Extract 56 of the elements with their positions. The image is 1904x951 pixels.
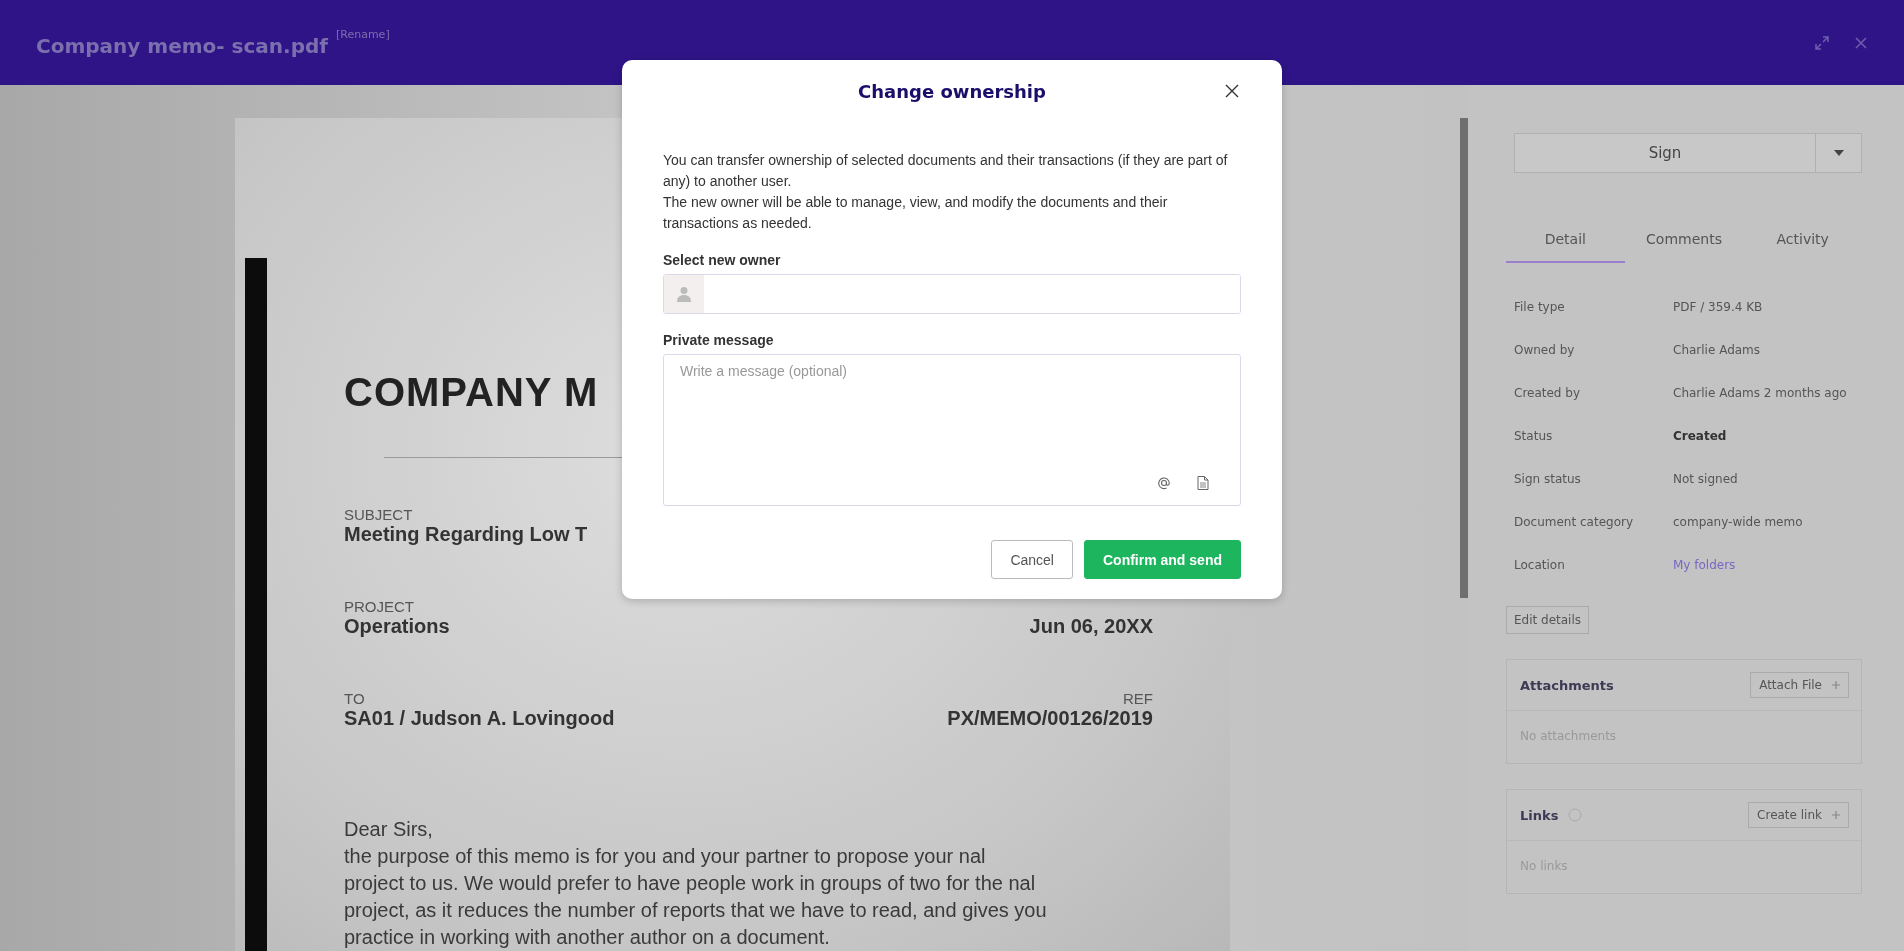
dialog-title: Change ownership [858, 80, 1046, 102]
field-value: Meeting Regarding Low T [344, 523, 588, 546]
detail-label: Owned by [1514, 342, 1576, 357]
message-field[interactable]: Write a message (optional) [663, 354, 1241, 506]
body-text: project to us. We would prefer to have people work in groups of two for the nal [344, 871, 1037, 896]
close-icon[interactable] [1225, 84, 1239, 98]
user-icon [677, 286, 691, 302]
body-text: the purpose of this memo is for you and your partner to propose your nal [344, 844, 987, 869]
expand-icon[interactable] [1814, 34, 1830, 51]
file-title: Company memo- scan.pdf [36, 33, 328, 58]
field-label: PROJECT [344, 598, 415, 615]
tab[interactable]: Detail [1506, 223, 1625, 263]
field-label: Select new owner [663, 252, 782, 268]
detail-value: Charlie Adams 2 months ago [1673, 385, 1847, 400]
field-label: Private message [663, 332, 775, 348]
field-label: TO [344, 690, 366, 707]
description-text: The new owner will be able to manage, view, and modify the documents and their transactions as needed. [663, 193, 1169, 233]
detail-label: Status [1514, 428, 1554, 443]
body-text: Dear Sirs, [344, 817, 434, 842]
cancel-button[interactable]: Cancel [991, 540, 1073, 579]
body-text: practice in working with another author on a document. [344, 925, 831, 950]
field-value: SA01 / Judson A. Lovingood [344, 707, 615, 730]
field-value: Jun 06, 20XX [1029, 615, 1153, 638]
edit-details-button[interactable]: Edit details [1506, 606, 1590, 634]
field-value: Operations [344, 615, 450, 638]
detail-value: Charlie Adams [1673, 342, 1761, 357]
detail-label: Document category [1514, 514, 1634, 529]
field-value: PX/MEMO/00126/2019 [947, 707, 1153, 730]
tab[interactable]: Comments [1624, 223, 1744, 263]
scrollbar[interactable] [1460, 118, 1468, 598]
document-title: COMPANY M [344, 370, 599, 415]
body-text: project, as it reduces the number of reports that we have to read, and gives you [344, 898, 1048, 923]
detail-value: company-wide memo [1673, 514, 1803, 529]
detail-value: Not signed [1673, 471, 1738, 486]
detail-label: Created by [1514, 385, 1582, 400]
detail-value: PDF / 359.4 KB [1673, 299, 1763, 314]
detail-label: File type [1514, 299, 1566, 314]
confirm-button[interactable]: Confirm and send [1084, 540, 1241, 579]
plus-icon [1832, 681, 1840, 689]
caret-icon [1833, 150, 1844, 156]
add-button[interactable]: Create link [1748, 802, 1849, 828]
tab[interactable]: Activity [1743, 223, 1862, 263]
field-label: REF [1122, 690, 1153, 707]
document-icon[interactable] [1197, 476, 1209, 490]
folder-link[interactable]: My folders [1673, 557, 1736, 572]
detail-label: Sign status [1514, 471, 1582, 486]
field-label: SUBJECT [344, 506, 414, 523]
plus-icon [1832, 811, 1840, 819]
panel-title: Attachments [1520, 677, 1614, 693]
rename-link[interactable]: [Rename] [336, 27, 390, 41]
detail-value: Created [1673, 428, 1727, 443]
add-button[interactable]: Attach File [1750, 672, 1849, 698]
mention-icon[interactable] [1157, 476, 1171, 490]
description-text: You can transfer ownership of selected documents and their transactions (if they are part of any) to another user. [663, 151, 1229, 191]
panel-title: Links [1520, 807, 1559, 823]
detail-label: Location [1514, 557, 1566, 572]
